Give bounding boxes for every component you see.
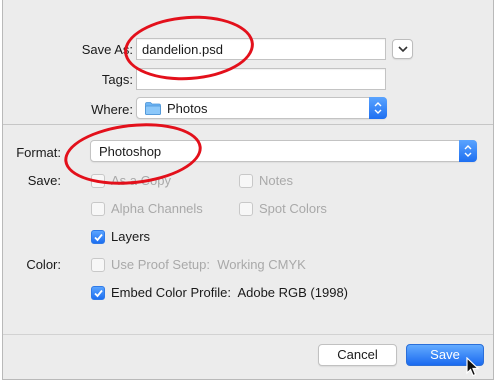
format-label: Format:: [16, 145, 61, 160]
layers-label: Layers: [111, 229, 151, 244]
button-bar-divider: [3, 334, 493, 335]
use-proof-setup-box: [91, 258, 105, 272]
where-stepper: [369, 97, 387, 119]
layers-box: [91, 230, 105, 244]
alpha-channels-label: Alpha Channels: [111, 201, 203, 216]
spot-colors-checkbox[interactable]: Spot Colors: [239, 201, 359, 219]
save-as-label: Save As:: [81, 42, 133, 57]
file-name-panel: Save As: dandelion.psd Tags: Where: Phot…: [3, 0, 493, 124]
up-down-arrows-icon: [374, 102, 382, 114]
format-stepper: [459, 140, 477, 162]
pointer-cursor-icon: [466, 357, 480, 377]
spot-colors-label: Spot Colors: [259, 201, 327, 216]
color-label: Color:: [26, 257, 61, 272]
up-down-arrows-icon: [464, 145, 472, 157]
use-proof-setup-checkbox[interactable]: Use Proof Setup: Working CMYK: [91, 257, 341, 275]
notes-box: [239, 174, 253, 188]
embed-color-profile-box: [91, 286, 105, 300]
expand-dialog-button[interactable]: [392, 39, 413, 59]
embed-color-profile-label: Embed Color Profile: Adobe RGB (1998): [111, 285, 349, 300]
alpha-channels-checkbox[interactable]: Alpha Channels: [91, 201, 231, 219]
checkmark-icon: [94, 233, 103, 242]
notes-checkbox[interactable]: Notes: [239, 173, 339, 191]
where-value: Photos: [167, 101, 208, 116]
chevron-down-icon: [398, 46, 408, 53]
where-label: Where:: [91, 102, 133, 117]
checkmark-icon: [94, 289, 103, 298]
save-options-label: Save:: [27, 173, 61, 188]
spot-colors-box: [239, 202, 253, 216]
where-popup[interactable]: Photos: [136, 97, 387, 119]
alpha-channels-box: [91, 202, 105, 216]
cancel-button[interactable]: Cancel: [318, 344, 397, 366]
use-proof-setup-label: Use Proof Setup: Working CMYK: [111, 257, 306, 272]
embed-color-profile-checkbox[interactable]: Embed Color Profile: Adobe RGB (1998): [91, 285, 391, 303]
notes-label: Notes: [259, 173, 293, 188]
layers-checkbox[interactable]: Layers: [91, 229, 191, 247]
tags-label: Tags:: [101, 72, 133, 87]
folder-icon: [145, 102, 161, 115]
